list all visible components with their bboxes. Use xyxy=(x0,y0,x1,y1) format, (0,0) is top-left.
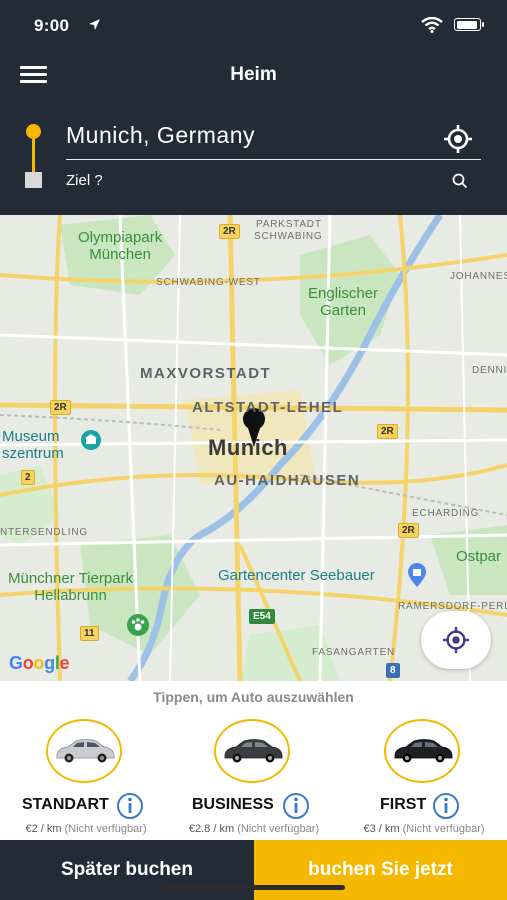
map-label-olympiapark: Olympiapark München xyxy=(78,229,163,263)
page-title: Heim xyxy=(230,64,277,85)
map-label-gartencenter: Gartencenter Seebauer xyxy=(218,567,375,584)
map-label-munich: Munich xyxy=(208,435,288,460)
map-label-tierpark: Münchner Tierpark Hellabrunn xyxy=(8,570,134,604)
car-price-value: €2.8 / km xyxy=(188,823,235,835)
nav-bar: Heim xyxy=(0,52,507,98)
home-indicator[interactable] xyxy=(163,885,345,890)
map-label-echarding: ECHARDING xyxy=(412,508,480,519)
car-name: FIRST xyxy=(380,796,427,813)
car-price: €2.8 / km (Nicht verfügbar) xyxy=(174,823,334,835)
map-label-fasangarten: FASANGARTEN xyxy=(312,647,396,658)
location-arrow-icon xyxy=(89,19,100,30)
battery-icon xyxy=(454,18,484,31)
info-icon[interactable] xyxy=(432,792,460,820)
book-later-button[interactable]: Später buchen xyxy=(0,840,254,900)
map-label-parkstadt: PARKSTADT xyxy=(256,219,322,230)
car-option-business[interactable]: BUSINESS €2.8 / km (Nicht verfügbar) xyxy=(174,719,334,839)
map-label-johanneskirchen: JOHANNES xyxy=(450,271,507,282)
road-badge: E54 xyxy=(249,609,275,624)
road-badge: 11 xyxy=(80,626,99,641)
status-time: 9:00 xyxy=(34,16,70,35)
status-bar: 9:00 xyxy=(0,0,507,52)
road-badge: 2R xyxy=(219,224,240,239)
origin-value[interactable]: Munich, Germany xyxy=(66,122,255,149)
route-connector xyxy=(32,138,35,172)
destination-field[interactable]: Ziel ? xyxy=(66,166,481,196)
car-price: €3 / km (Nicht verfügbar) xyxy=(344,823,504,835)
vehicle-hint: Tippen, um Auto auszuwählen xyxy=(153,689,354,705)
map-label-denning: DENNI xyxy=(472,365,507,376)
car-option-standart[interactable]: STANDART €2 / km (Nicht verfügbar) xyxy=(6,719,166,839)
map-label-schwabing-west: SCHWABING-WEST xyxy=(156,277,261,288)
recenter-map-button[interactable] xyxy=(421,611,491,669)
shopping-marker-icon[interactable] xyxy=(406,562,428,588)
car-price-value: €2 / km xyxy=(25,823,62,835)
car-image-frame[interactable] xyxy=(214,719,290,783)
car-name: BUSINESS xyxy=(192,796,274,813)
map-label-museum: Museum szentrum xyxy=(2,428,64,462)
map-label-untersendling: NTERSENDLING xyxy=(0,527,88,538)
museum-marker-icon[interactable] xyxy=(80,429,102,451)
car-name: STANDART xyxy=(22,796,109,813)
car-availability: (Nicht verfügbar) xyxy=(402,823,485,835)
car-availability: (Nicht verfügbar) xyxy=(64,823,147,835)
destination-placeholder[interactable]: Ziel ? xyxy=(66,172,103,189)
map-label-maxvorstadt: MAXVORSTADT xyxy=(140,365,272,382)
car-option-first[interactable]: FIRST €3 / km (Nicht verfügbar) xyxy=(344,719,504,839)
origin-dot-icon xyxy=(26,124,41,139)
current-location-icon[interactable] xyxy=(443,124,473,154)
origin-field[interactable]: Munich, Germany xyxy=(66,120,481,160)
zoo-marker-icon[interactable] xyxy=(126,613,150,637)
car-availability: (Nicht verfügbar) xyxy=(237,823,320,835)
map-label-schwabing: SCHWABING xyxy=(254,231,323,242)
road-badge: 2R xyxy=(50,400,71,415)
wifi-icon xyxy=(421,17,443,33)
car-image-frame[interactable] xyxy=(46,719,122,783)
map-label-ostpark: Ostpar xyxy=(456,548,502,565)
car-price-value: €3 / km xyxy=(363,823,400,835)
car-image-frame[interactable] xyxy=(384,719,460,783)
info-icon[interactable] xyxy=(282,792,310,820)
road-badge: 2R xyxy=(377,424,398,439)
sedan-silver-icon xyxy=(56,739,115,763)
road-badge: 8 xyxy=(386,663,400,678)
route-panel: Munich, Germany Ziel ? xyxy=(0,100,507,215)
road-badge: 2R xyxy=(398,523,419,538)
sedan-black-icon xyxy=(394,739,453,763)
map-label-au-haidhausen: AU-HAIDHAUSEN xyxy=(214,472,361,489)
crosshair-icon xyxy=(442,626,470,654)
road-badge: 2 xyxy=(21,470,35,485)
map-label-altstadt-lehel: ALTSTADT-LEHEL xyxy=(192,399,344,416)
map-view[interactable]: PARKSTADT SCHWABING Olympiapark München … xyxy=(0,215,507,681)
book-now-button[interactable]: buchen Sie jetzt xyxy=(254,840,507,900)
info-icon[interactable] xyxy=(116,792,144,820)
destination-square-icon xyxy=(25,172,42,188)
search-icon[interactable] xyxy=(451,172,469,190)
vehicle-selector: Tippen, um Auto auszuwählen STANDART €2 … xyxy=(0,681,507,840)
sedan-dark-icon xyxy=(224,739,283,763)
car-price: €2 / km (Nicht verfügbar) xyxy=(6,823,166,835)
map-label-englischer-garten: Englischer Garten xyxy=(308,285,379,319)
google-attribution: Google xyxy=(9,653,70,673)
